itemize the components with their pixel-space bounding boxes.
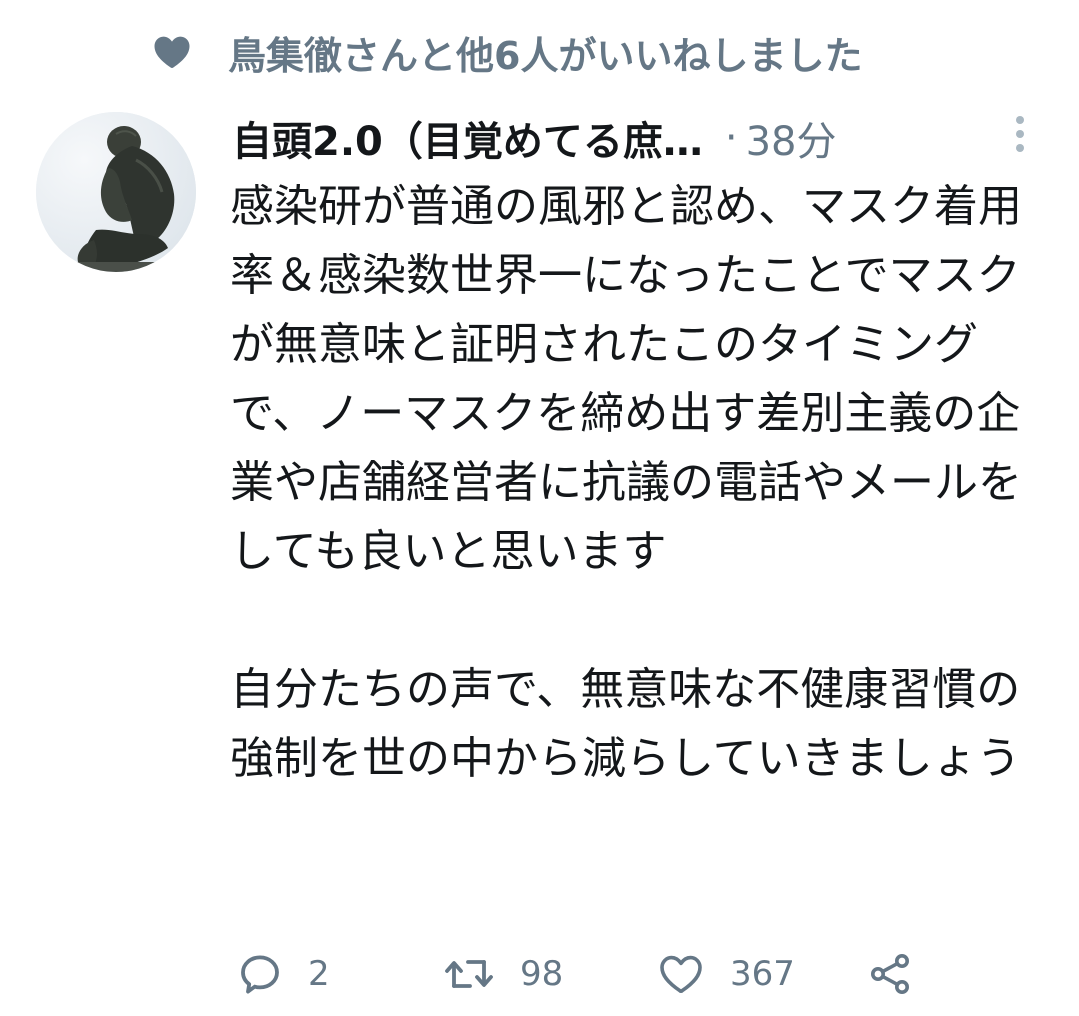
tweet-paragraph: 感染研が普通の風邪と認め、マスク着用率＆感染数世界一になったことでマスクが無意味… <box>230 181 1022 577</box>
display-name[interactable]: 自頭2.0（目覚めてる庶… <box>232 109 703 167</box>
tweet-header: 自頭2.0（目覚めてる庶… · 38分 <box>232 108 1032 168</box>
social-context[interactable]: 鳥集徹さんと他6人がいいねしました <box>152 24 862 80</box>
time-separator: · <box>724 115 738 161</box>
tweet-time[interactable]: 38分 <box>746 109 837 167</box>
more-vertical-icon[interactable] <box>1008 112 1032 156</box>
reply-icon <box>241 955 279 994</box>
tweet-text: 感染研が普通の風邪と認め、マスク着用率＆感染数世界一になったことでマスクが無意味… <box>230 172 1050 793</box>
share-button[interactable] <box>866 944 914 1004</box>
heart-icon <box>154 36 190 68</box>
retweet-button[interactable]: 98 <box>442 944 563 1004</box>
reply-button[interactable]: 2 <box>236 944 330 1004</box>
share-icon <box>871 954 909 994</box>
like-button[interactable]: 367 <box>656 944 795 1004</box>
social-context-text: 鳥集徹さんと他6人がいいねしました <box>228 33 863 78</box>
retweet-icon <box>445 960 493 988</box>
tweet-paragraph: 自分たちの声で、無意味な不健康習慣の強制を世の中から減らしていきましょう <box>230 664 1021 784</box>
tweet-paragraph-blank <box>230 586 1050 655</box>
retweet-count: 98 <box>520 954 564 994</box>
reply-count: 2 <box>308 954 330 994</box>
like-icon <box>660 955 702 993</box>
like-count: 367 <box>730 954 795 994</box>
thinker-statue-avatar <box>36 112 196 272</box>
avatar[interactable] <box>36 112 196 272</box>
